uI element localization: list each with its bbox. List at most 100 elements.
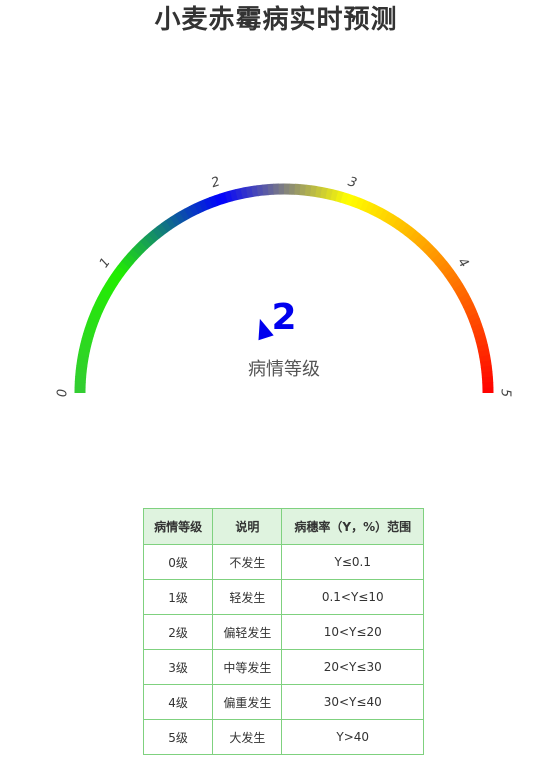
gauge-segment-1 xyxy=(184,206,195,219)
gauge-segment-2 xyxy=(229,189,239,202)
table-cell: 4级 xyxy=(142,684,214,720)
gauge-label: 病情等级 xyxy=(248,359,320,380)
gauge-segment-0 xyxy=(80,338,93,347)
table-cell: 偏轻发生 xyxy=(212,614,283,650)
gauge-segment-0 xyxy=(75,365,88,373)
gauge-segment-2 xyxy=(325,188,334,201)
gauge-segment-2 xyxy=(330,189,339,202)
gauge-segment-0 xyxy=(77,354,89,362)
gauge-segment-4 xyxy=(447,274,460,286)
table-cell: 轻发生 xyxy=(212,579,283,615)
gauge-segment-3 xyxy=(404,226,417,240)
gauge-segment-4 xyxy=(481,371,493,378)
gauge-segment-1 xyxy=(147,229,160,243)
gauge-segment-1 xyxy=(169,214,181,227)
table-cell: Y≤0.1 xyxy=(281,544,424,580)
gauge-segment-2 xyxy=(235,187,244,200)
gauge-segment-3 xyxy=(431,252,444,265)
gauge-segment-3 xyxy=(408,230,421,243)
gauge-segment-4 xyxy=(478,349,491,358)
gauge-segment-1 xyxy=(135,240,148,253)
gauge-segment-1 xyxy=(214,193,224,206)
gauge-segment-0 xyxy=(84,322,98,332)
gauge-segment-0 xyxy=(97,292,110,303)
gauge-segment-2 xyxy=(251,185,259,197)
table-cell: 30<Y≤40 xyxy=(281,684,424,720)
gauge-tick-label: 4 xyxy=(454,255,471,271)
gauge-segment-2 xyxy=(262,184,269,196)
gauge-segment-1 xyxy=(124,252,137,265)
gauge-tick-label: 0 xyxy=(56,389,71,397)
gauge-segment-2 xyxy=(304,184,312,197)
gauge-segment-0 xyxy=(102,283,116,294)
table-row: 5级 大发生 Y>40 xyxy=(142,719,424,755)
gauge-segment-2 xyxy=(245,185,254,198)
risk-gauge: 0 1 2 3 4 5 2 病情等级 xyxy=(0,150,552,410)
gauge-segment-4 xyxy=(475,338,488,348)
table-cell: 10<Y≤20 xyxy=(281,614,424,650)
gauge-segment-3 xyxy=(434,256,448,269)
gauge-segment-1 xyxy=(132,244,145,257)
gauge-segment-1 xyxy=(156,223,168,236)
table-cell: 20<Y≤30 xyxy=(281,649,424,685)
gauge-segment-4 xyxy=(455,288,469,299)
gauge-segment-4 xyxy=(458,293,471,304)
gauge-segment-4 xyxy=(480,365,493,373)
gauge-value: 2 xyxy=(271,297,296,338)
gauge-segment-2 xyxy=(299,184,307,196)
gauge-segment-0 xyxy=(78,348,90,357)
gauge-segment-4 xyxy=(474,333,487,343)
gauge-segment-3 xyxy=(369,203,380,217)
gauge-segment-1 xyxy=(128,248,141,261)
table-row: 1级 轻发生 0.1<Y≤10 xyxy=(142,579,424,615)
page-title: 小麦赤霉病实时预测 xyxy=(154,5,398,35)
gauge-segment-4 xyxy=(477,344,490,353)
gauge-segment-3 xyxy=(424,244,437,257)
gauge-segment-0 xyxy=(92,302,106,313)
gauge-segment-4 xyxy=(467,312,480,323)
gauge-segment-4 xyxy=(450,278,463,290)
gauge-segment-1 xyxy=(143,233,156,246)
table-cell: 5级 xyxy=(142,719,214,755)
gauge-segment-2 xyxy=(240,186,249,199)
gauge-segment-3 xyxy=(359,199,370,212)
gauge-segment-1 xyxy=(179,208,190,222)
gauge-segment-3 xyxy=(350,195,360,208)
gauge-segment-4 xyxy=(463,302,476,313)
gauge-segment-4 xyxy=(479,354,492,363)
table-cell: 0.1<Y≤10 xyxy=(281,579,424,615)
gauge-segment-1 xyxy=(121,256,134,269)
gauge-segment-2 xyxy=(335,190,345,203)
gauge-segment-0 xyxy=(81,332,94,342)
gauge-segment-4 xyxy=(471,323,484,333)
gauge-tick-label: 5 xyxy=(498,389,513,397)
gauge-segment-3 xyxy=(364,201,375,215)
gauge-segment-2 xyxy=(309,185,318,198)
grade-table: 病情等级 说明 病穗率（Y，%）范围 0级 不发生 Y≤0.1 1级 轻发生 0… xyxy=(142,508,424,755)
table-cell: Y>40 xyxy=(281,719,424,755)
gauge-segment-1 xyxy=(174,211,186,224)
gauge-segment-2 xyxy=(219,191,229,205)
table-cell: 中等发生 xyxy=(212,649,283,685)
gauge-segment-3 xyxy=(438,261,451,273)
gauge-segment-1 xyxy=(114,265,127,277)
gauge-segment-3 xyxy=(345,193,355,207)
gauge-segment-0 xyxy=(86,317,99,327)
gauge-segment-1 xyxy=(208,195,219,208)
gauge-segment-1 xyxy=(117,260,131,273)
table-row: 2级 偏轻发生 10<Y≤20 xyxy=(142,614,424,650)
gauge-segment-1 xyxy=(188,203,200,217)
gauge-segment-3 xyxy=(420,241,433,254)
gauge-segment-4 xyxy=(444,269,457,281)
table-row: 0级 不发生 Y≤0.1 xyxy=(142,544,424,580)
gauge-segment-1 xyxy=(152,226,164,239)
gauge-segment-1 xyxy=(160,220,172,233)
table-header-cell: 病穗率（Y，%）范围 xyxy=(281,508,424,545)
gauge-segment-3 xyxy=(383,211,394,225)
table-header-row: 病情等级 说明 病穗率（Y，%）范围 xyxy=(142,508,424,545)
gauge-segment-0 xyxy=(76,359,89,368)
gauge-segment-3 xyxy=(374,206,385,219)
table-cell: 不发生 xyxy=(212,544,283,580)
gauge-segment-3 xyxy=(355,197,365,210)
gauge-segment-1 xyxy=(193,201,204,214)
